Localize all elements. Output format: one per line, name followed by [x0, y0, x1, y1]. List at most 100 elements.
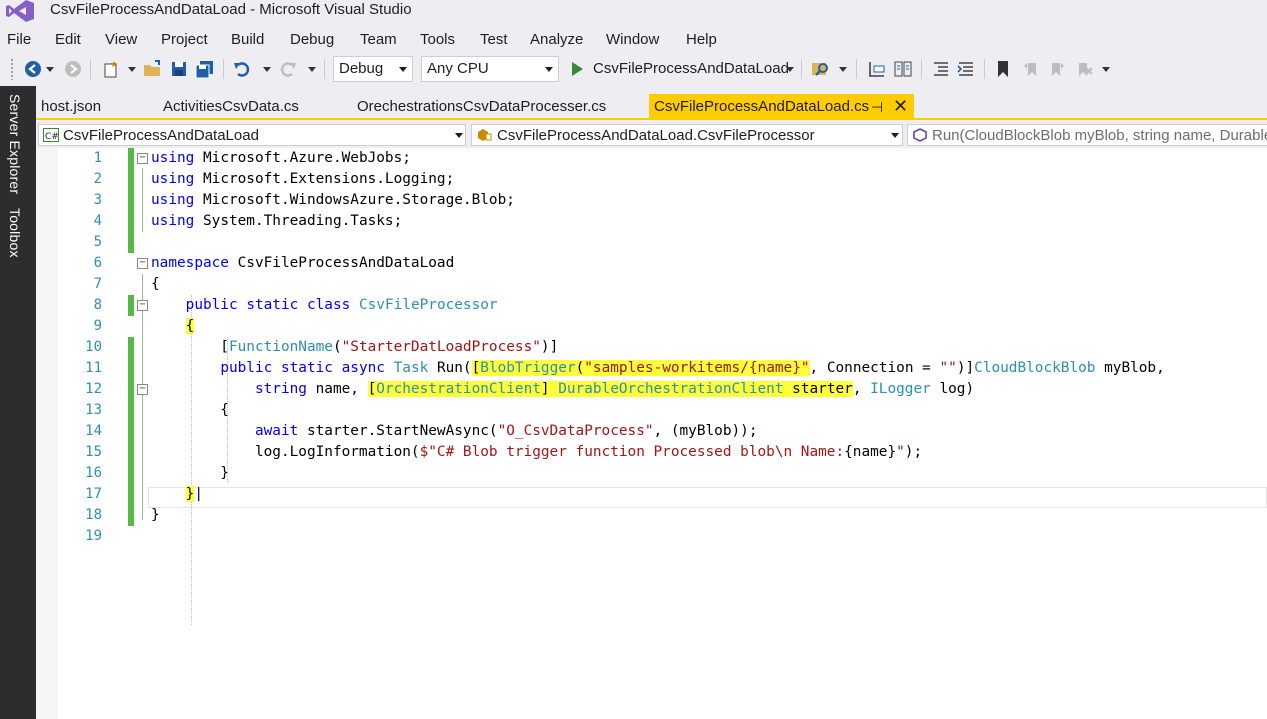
code-text: {: [185, 318, 195, 334]
line-number: 17: [85, 486, 102, 502]
project-select-value: CsvFileProcessAndDataLoad: [63, 127, 259, 144]
svg-text:C#: C#: [45, 132, 59, 142]
back-dropdown-arrow[interactable]: [46, 67, 54, 72]
menu-analyze[interactable]: Analyze: [530, 31, 583, 48]
line-number: 4: [93, 213, 102, 229]
code-text: [FunctionName("StarterDatLoadProcess")]: [151, 339, 559, 355]
code-line: 7 {: [36, 274, 1267, 295]
change-bar: [128, 421, 134, 442]
pin-icon[interactable]: ⊣: [871, 99, 883, 116]
clear-bookmarks-icon[interactable]: [1073, 58, 1095, 80]
change-bar: [128, 379, 134, 400]
code-text: }: [151, 465, 229, 481]
menu-project[interactable]: Project: [161, 31, 208, 48]
collapse-icon[interactable]: −: [137, 153, 148, 164]
change-bar: [128, 169, 134, 190]
solution-configuration-select[interactable]: Debug: [333, 56, 413, 82]
project-select[interactable]: C# CsvFileProcessAndDataLoad: [38, 124, 466, 146]
menu-edit[interactable]: Edit: [55, 31, 81, 48]
forward-icon[interactable]: [62, 58, 84, 80]
line-number: 3: [93, 192, 102, 208]
code-line: 16 }: [36, 463, 1267, 484]
line-number: 5: [93, 234, 102, 250]
code-editor[interactable]: 1 − using Microsoft.Azure.WebJobs; 2 usi…: [36, 148, 1267, 719]
close-icon[interactable]: ✕: [893, 96, 908, 117]
comment-icon[interactable]: [930, 58, 952, 80]
member-select[interactable]: Run(CloudBlockBlob myBlob, string name, …: [907, 124, 1267, 146]
menu-help[interactable]: Help: [686, 31, 717, 48]
redo-icon[interactable]: [277, 58, 299, 80]
toolbox-tab[interactable]: Toolbox: [7, 208, 23, 258]
change-bar: [128, 190, 134, 211]
bookmark-icon[interactable]: [992, 58, 1014, 80]
code-text: using Microsoft.Extensions.Logging;: [151, 171, 455, 187]
save-all-icon[interactable]: [194, 58, 216, 80]
tab-orchestrations-csv-data-processer[interactable]: OrechestrationsCsvDataProcesser.cs: [352, 94, 644, 120]
open-folder-icon[interactable]: [142, 58, 164, 80]
outline-icon[interactable]: [892, 58, 914, 80]
change-bar: [128, 442, 134, 463]
undo-icon[interactable]: [231, 58, 253, 80]
line-number: 15: [85, 444, 102, 460]
collapse-icon[interactable]: −: [137, 300, 148, 311]
change-bar: [128, 463, 134, 484]
code-text: namespace CsvFileProcessAndDataLoad: [151, 255, 455, 271]
start-dropdown-arrow[interactable]: [786, 67, 794, 72]
new-project-dropdown-arrow[interactable]: [128, 67, 136, 72]
code-text: }: [151, 507, 160, 523]
menu-test[interactable]: Test: [480, 31, 508, 48]
class-select[interactable]: CsvFileProcessAndDataLoad.CsvFileProcess…: [471, 124, 903, 146]
code-text: using Microsoft.WindowsAzure.Storage.Blo…: [151, 192, 515, 208]
tab-label: host.json: [41, 98, 102, 115]
undo-dropdown-arrow[interactable]: [263, 67, 271, 72]
menu-file[interactable]: File: [7, 31, 31, 48]
toolbar-grip[interactable]: [10, 58, 14, 80]
previous-bookmark-icon[interactable]: [1020, 58, 1042, 80]
back-icon[interactable]: [22, 58, 44, 80]
class-select-value: CsvFileProcessAndDataLoad.CsvFileProcess…: [497, 127, 815, 144]
visual-studio-logo-icon: [6, 0, 34, 22]
code-line: 11 public static async Task Run([BlobTri…: [36, 358, 1267, 379]
chevron-down-icon: [455, 133, 463, 138]
toolbar-separator: [856, 59, 857, 79]
code-text: using System.Threading.Tasks;: [151, 213, 403, 229]
collapse-icon[interactable]: −: [137, 258, 148, 269]
code-text: public static async Task Run([BlobTrigge…: [220, 360, 1165, 376]
find-dropdown-arrow[interactable]: [839, 67, 847, 72]
menu-view[interactable]: View: [105, 31, 137, 48]
line-number: 18: [85, 507, 102, 523]
next-bookmark-icon[interactable]: [1046, 58, 1068, 80]
uncomment-icon[interactable]: [955, 58, 977, 80]
server-explorer-tab[interactable]: Server Explorer: [7, 94, 23, 194]
start-debugging-button[interactable]: CsvFileProcessAndDataLoad: [593, 60, 789, 77]
solution-platform-select[interactable]: Any CPU: [421, 56, 559, 82]
code-line: 14 await starter.StartNewAsync("O_CsvDat…: [36, 421, 1267, 442]
menu-team[interactable]: Team: [360, 31, 397, 48]
new-project-icon[interactable]: [100, 58, 122, 80]
line-number: 12: [85, 381, 102, 397]
change-bar: [128, 358, 134, 379]
menu-build[interactable]: Build: [231, 31, 264, 48]
toolbar-options-arrow[interactable]: [1102, 67, 1110, 72]
redo-dropdown-arrow[interactable]: [308, 67, 316, 72]
collapse-icon[interactable]: −: [137, 384, 148, 395]
code-line: 4 using System.Threading.Tasks;: [36, 211, 1267, 232]
find-icon[interactable]: [810, 58, 832, 80]
line-number: 9: [93, 318, 102, 334]
step-icon[interactable]: [866, 58, 888, 80]
save-icon[interactable]: [168, 58, 190, 80]
menu-tools[interactable]: Tools: [420, 31, 455, 48]
code-line: 12 − string name, [OrchestrationClient] …: [36, 379, 1267, 400]
menu-window[interactable]: Window: [606, 31, 659, 48]
code-line: 9 {: [36, 316, 1267, 337]
line-number: 14: [85, 423, 102, 439]
chevron-down-icon: [399, 67, 407, 72]
tab-host-json[interactable]: host.json: [36, 94, 154, 120]
code-line: 2 using Microsoft.Extensions.Logging;: [36, 169, 1267, 190]
menu-debug[interactable]: Debug: [290, 31, 334, 48]
toolbar-separator: [223, 59, 224, 79]
start-icon[interactable]: [566, 58, 588, 80]
tab-csv-file-process-and-data-load[interactable]: CsvFileProcessAndDataLoad.cs ⊣ ✕: [649, 94, 914, 120]
code-text: {: [151, 402, 229, 418]
tab-activities-csv-data[interactable]: ActivitiesCsvData.cs: [158, 94, 348, 120]
